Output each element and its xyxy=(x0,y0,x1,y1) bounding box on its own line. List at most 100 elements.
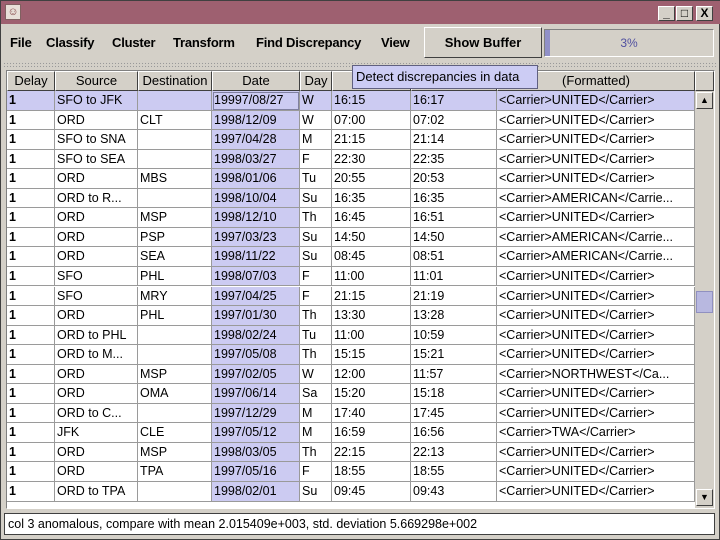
cell-arrival[interactable]: 11:57 xyxy=(411,364,497,385)
cell-departure[interactable]: 11:00 xyxy=(332,325,411,346)
cell-carrier[interactable]: <Carrier>UNITED</Carrier> xyxy=(497,442,695,463)
table-row[interactable]: 1 ORD TPA 1997/05/16 F 18:55 18:55 <Carrier>UNI… xyxy=(7,462,695,482)
cell-destination[interactable]: PSP xyxy=(138,227,212,248)
cell-arrival[interactable]: 22:35 xyxy=(411,149,497,170)
cell-carrier[interactable]: <Carrier>UNITED</Carrier> xyxy=(497,266,695,287)
cell-arrival[interactable]: 16:35 xyxy=(411,188,497,209)
cell-date[interactable]: 1997/02/05 xyxy=(212,364,300,385)
scroll-up-arrow-icon[interactable]: ▲ xyxy=(696,92,713,109)
menu-transform[interactable]: Transform xyxy=(173,35,235,50)
cell-date[interactable]: 1998/01/06 xyxy=(212,169,300,189)
cell-delay[interactable]: 1 xyxy=(7,91,55,111)
table-row[interactable]: 1 ORD to M... 1997/05/08 Th 15:15 15:21 <Carri… xyxy=(7,345,695,365)
table-row[interactable]: 1 SFO to SNA 1997/04/28 M 21:15 21:14 <Carrier… xyxy=(7,130,695,150)
cell-arrival[interactable]: 16:17 xyxy=(411,91,497,111)
cell-arrival[interactable]: 15:21 xyxy=(411,345,497,365)
cell-arrival[interactable]: 15:18 xyxy=(411,384,497,404)
cell-carrier[interactable]: <Carrier>TWA</Carrier> xyxy=(497,423,695,443)
cell-day[interactable]: Th xyxy=(300,442,332,463)
cell-destination[interactable]: SEA xyxy=(138,247,212,267)
menu-find-discrepancy[interactable]: Find Discrepancy xyxy=(256,35,361,50)
cell-date[interactable]: 1998/03/27 xyxy=(212,149,300,170)
cell-date[interactable]: 1998/03/05 xyxy=(212,442,300,463)
table-row[interactable]: 1 ORD PSP 1997/03/23 Su 14:50 14:50 <Carrier>AM… xyxy=(7,227,695,248)
cell-day[interactable]: Su xyxy=(300,482,332,502)
cell-date[interactable]: 1997/12/29 xyxy=(212,403,300,424)
menu-cluster[interactable]: Cluster xyxy=(112,35,156,50)
table-row[interactable]: 1 SFO to JFK 19997/08/27 W 16:15 16:17 <Carrie… xyxy=(7,91,695,111)
show-buffer-button[interactable]: Show Buffer xyxy=(424,27,542,58)
cell-date[interactable]: 1997/04/25 xyxy=(212,286,300,307)
column-header-delay[interactable]: Delay xyxy=(7,71,55,91)
cell-destination[interactable] xyxy=(138,325,212,346)
cell-carrier[interactable]: <Carrier>UNITED</Carrier> xyxy=(497,345,695,365)
cell-arrival[interactable]: 18:55 xyxy=(411,462,497,482)
cell-source[interactable]: JFK xyxy=(55,423,138,443)
cell-departure[interactable]: 20:55 xyxy=(332,169,411,189)
cell-carrier[interactable]: <Carrier>UNITED</Carrier> xyxy=(497,91,695,111)
cell-delay[interactable]: 1 xyxy=(7,169,55,189)
cell-departure[interactable]: 22:30 xyxy=(332,149,411,170)
cell-carrier[interactable]: <Carrier>UNITED</Carrier> xyxy=(497,482,695,502)
cell-day[interactable]: W xyxy=(300,364,332,385)
cell-departure[interactable]: 13:30 xyxy=(332,306,411,326)
maximize-button[interactable]: □ xyxy=(676,6,693,21)
menu-file[interactable]: File xyxy=(10,35,32,50)
cell-date[interactable]: 1997/06/14 xyxy=(212,384,300,404)
cell-source[interactable]: SFO xyxy=(55,286,138,307)
cell-arrival[interactable]: 20:53 xyxy=(411,169,497,189)
cell-carrier[interactable]: <Carrier>UNITED</Carrier> xyxy=(497,462,695,482)
table-row[interactable]: 1 ORD PHL 1997/01/30 Th 13:30 13:28 <Carrier>UN… xyxy=(7,306,695,326)
cell-delay[interactable]: 1 xyxy=(7,188,55,209)
cell-departure[interactable]: 12:00 xyxy=(332,364,411,385)
cell-source[interactable]: ORD xyxy=(55,227,138,248)
cell-destination[interactable]: CLE xyxy=(138,423,212,443)
cell-day[interactable]: M xyxy=(300,423,332,443)
cell-source[interactable]: ORD xyxy=(55,442,138,463)
cell-delay[interactable]: 1 xyxy=(7,442,55,463)
cell-carrier[interactable]: <Carrier>UNITED</Carrier> xyxy=(497,149,695,170)
cell-source[interactable]: ORD xyxy=(55,462,138,482)
java-duke-icon[interactable]: ☺ xyxy=(5,4,21,20)
cell-day[interactable]: M xyxy=(300,403,332,424)
cell-destination[interactable] xyxy=(138,188,212,209)
cell-destination[interactable]: MSP xyxy=(138,364,212,385)
cell-date[interactable]: 1997/05/08 xyxy=(212,345,300,365)
cell-day[interactable]: Su xyxy=(300,227,332,248)
cell-departure[interactable]: 08:45 xyxy=(332,247,411,267)
cell-departure[interactable]: 11:00 xyxy=(332,266,411,287)
cell-day[interactable]: Su xyxy=(300,188,332,209)
cell-carrier[interactable]: <Carrier>UNITED</Carrier> xyxy=(497,403,695,424)
cell-delay[interactable]: 1 xyxy=(7,266,55,287)
cell-day[interactable]: Tu xyxy=(300,325,332,346)
cell-delay[interactable]: 1 xyxy=(7,227,55,248)
cell-day[interactable]: F xyxy=(300,286,332,307)
cell-day[interactable]: M xyxy=(300,130,332,150)
cell-source[interactable]: ORD xyxy=(55,306,138,326)
cell-source[interactable]: ORD xyxy=(55,364,138,385)
cell-destination[interactable]: PHL xyxy=(138,306,212,326)
cell-date[interactable]: 1997/05/12 xyxy=(212,423,300,443)
cell-departure[interactable]: 16:45 xyxy=(332,208,411,228)
cell-destination[interactable] xyxy=(138,130,212,150)
cell-destination[interactable] xyxy=(138,403,212,424)
cell-carrier[interactable]: <Carrier>NORTHWEST</Ca... xyxy=(497,364,695,385)
cell-day[interactable]: W xyxy=(300,91,332,111)
table-row[interactable]: 1 ORD to C... 1997/12/29 M 17:40 17:45 <Carrie… xyxy=(7,403,695,424)
cell-departure[interactable]: 14:50 xyxy=(332,227,411,248)
cell-arrival[interactable]: 11:01 xyxy=(411,266,497,287)
cell-delay[interactable]: 1 xyxy=(7,345,55,365)
cell-carrier[interactable]: <Carrier>UNITED</Carrier> xyxy=(497,130,695,150)
cell-delay[interactable]: 1 xyxy=(7,384,55,404)
cell-date[interactable]: 1998/02/24 xyxy=(212,325,300,346)
table-row[interactable]: 1 ORD MBS 1998/01/06 Tu 20:55 20:53 <Carrier>UN… xyxy=(7,169,695,189)
cell-source[interactable]: ORD xyxy=(55,247,138,267)
cell-delay[interactable]: 1 xyxy=(7,423,55,443)
menu-view[interactable]: View xyxy=(381,35,410,50)
cell-source[interactable]: ORD to R... xyxy=(55,188,138,209)
column-header-destination[interactable]: Destination xyxy=(138,71,212,91)
cell-date[interactable]: 1998/12/10 xyxy=(212,208,300,228)
cell-date[interactable]: 1998/07/03 xyxy=(212,266,300,287)
cell-source[interactable]: SFO to SEA xyxy=(55,149,138,170)
cell-delay[interactable]: 1 xyxy=(7,403,55,424)
